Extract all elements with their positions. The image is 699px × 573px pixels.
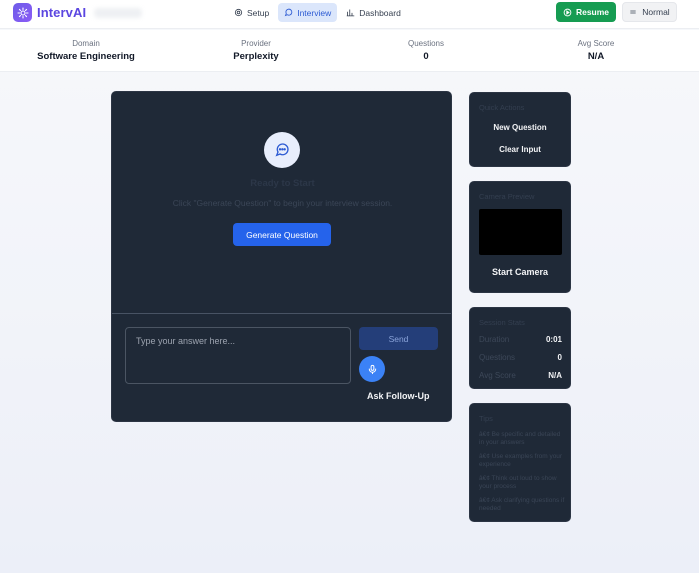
resume-label: Resume	[575, 7, 610, 17]
main-nav: Setup Interview Dashboard	[228, 3, 410, 22]
camera-preview-card: Camera Preview Start Camera	[469, 181, 571, 293]
session-stat-key: Duration	[479, 335, 510, 344]
tip-item: â€¢ Ask clarifying questions if needed	[479, 497, 565, 512]
tip-item: â€¢ Think out loud to show your process	[479, 475, 557, 490]
chat-bubble-icon	[264, 132, 300, 168]
session-stats-title: Session Stats	[479, 318, 525, 327]
stat-value: Software Engineering	[37, 51, 135, 62]
equals-icon	[630, 10, 636, 14]
mode-label: Normal	[642, 7, 670, 17]
interview-panel: Ready to Start Click "Generate Question"…	[111, 91, 452, 422]
nav-dashboard-label: Dashboard	[359, 7, 401, 18]
send-button[interactable]: Send	[359, 327, 438, 350]
stat-provider: Provider Perplexity	[186, 39, 326, 62]
quick-actions-card: Quick Actions New Question Clear Input	[469, 92, 571, 167]
stat-label: Domain	[72, 39, 100, 48]
ready-title: Ready to Start	[250, 178, 315, 189]
ask-follow-up-button[interactable]: Ask Follow-Up	[367, 391, 430, 401]
nav-interview-label: Interview	[297, 7, 332, 18]
brand-tagline-blurred	[94, 7, 143, 18]
session-stats-card: Session Stats Duration 0:01 Questions 0 …	[469, 307, 571, 389]
brand[interactable]: IntervAI	[13, 3, 143, 22]
generate-question-button[interactable]: Generate Question	[233, 223, 331, 246]
answer-input[interactable]: Type your answer here...	[125, 327, 351, 384]
nav-setup-label: Setup	[247, 7, 270, 18]
panel-divider	[112, 313, 451, 314]
stat-avg-score: Avg Score N/A	[526, 39, 666, 62]
stat-label: Provider	[241, 39, 271, 48]
session-summary-bar: Domain Software Engineering Provider Per…	[0, 30, 699, 72]
stat-value: 0	[423, 51, 429, 62]
tips-title: Tips	[479, 414, 493, 423]
session-stat-value: 0	[557, 353, 562, 362]
stat-label: Questions	[407, 39, 445, 48]
session-stat-key: Questions	[479, 353, 516, 362]
chat-icon	[284, 8, 293, 17]
start-camera-button[interactable]: Start Camera	[470, 267, 570, 277]
play-circle-icon	[563, 8, 572, 16]
nav-dashboard[interactable]: Dashboard	[340, 3, 407, 22]
microphone-button[interactable]	[359, 356, 385, 382]
session-stat-row: Duration 0:01	[479, 335, 562, 344]
microphone-icon	[368, 364, 376, 374]
gear-icon	[234, 8, 243, 17]
clear-input-button[interactable]: Clear Input	[470, 145, 570, 154]
resume-button[interactable]: Resume	[556, 2, 616, 22]
lightbulb-icon	[13, 3, 32, 22]
stat-domain: Domain Software Engineering	[16, 39, 156, 62]
session-stat-value: 0:01	[545, 335, 562, 344]
nav-setup[interactable]: Setup	[228, 3, 275, 22]
session-stat-row: Avg Score N/A	[479, 371, 562, 380]
brand-name: IntervAI	[37, 5, 87, 20]
stat-value: N/A	[587, 51, 605, 62]
nav-interview[interactable]: Interview	[278, 3, 338, 22]
quick-actions-title: Quick Actions	[479, 103, 525, 112]
top-navbar: IntervAI Setup Interview Dashboard Resum…	[0, 0, 699, 29]
answer-placeholder: Type your answer here...	[136, 336, 236, 346]
stat-label: Avg Score	[577, 39, 615, 48]
tip-item: â€¢ Be specific and detailed in your ans…	[479, 431, 561, 446]
ready-subtitle: Click "Generate Question" to begin your …	[172, 198, 393, 208]
tip-item: â€¢ Use examples from your experience	[479, 453, 563, 468]
session-stat-value: N/A	[548, 371, 562, 380]
bar-chart-icon	[346, 9, 355, 17]
session-stat-row: Questions 0	[479, 353, 562, 362]
stat-value: Perplexity	[233, 51, 279, 62]
stat-questions: Questions 0	[356, 39, 496, 62]
camera-preview	[479, 209, 562, 255]
tips-card: Tips â€¢ Be specific and detailed in you…	[469, 403, 571, 522]
new-question-button[interactable]: New Question	[470, 123, 570, 132]
mode-toggle-button[interactable]: Normal	[622, 2, 677, 22]
camera-preview-title: Camera Preview	[479, 192, 535, 201]
session-stat-key: Avg Score	[479, 371, 516, 380]
